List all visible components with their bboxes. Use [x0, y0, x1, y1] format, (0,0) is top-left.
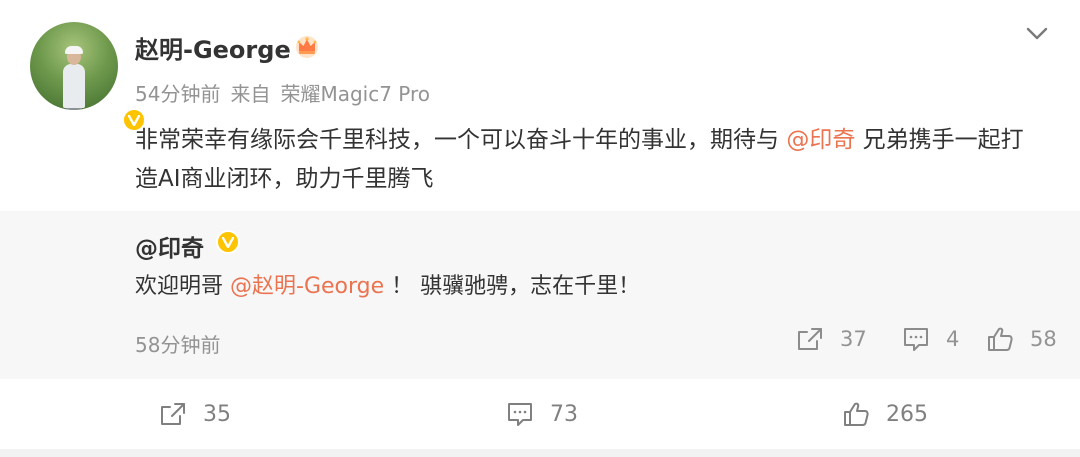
like-count: 265	[886, 401, 928, 427]
thumbs-up-icon	[988, 327, 1013, 351]
author-name[interactable]: 赵明-George	[135, 30, 291, 65]
avatar-photo	[30, 22, 118, 110]
crown-icon	[296, 36, 318, 58]
divider	[0, 449, 1080, 457]
repost-forward-button[interactable]: 37	[796, 324, 867, 354]
comment-count: 73	[550, 401, 578, 427]
comment-button[interactable]: 73	[506, 399, 578, 429]
source-prefix: 来自	[230, 82, 271, 106]
source-device[interactable]: 荣耀Magic7 Pro	[280, 82, 430, 106]
repost-comment-button[interactable]: 4	[902, 324, 959, 354]
forward-count: 37	[840, 327, 867, 351]
post-time[interactable]: 54分钟前	[135, 82, 220, 106]
repost-like-button[interactable]: 58	[986, 324, 1057, 354]
forward-button[interactable]: 35	[159, 399, 231, 429]
avatar[interactable]	[30, 22, 146, 132]
like-button[interactable]: 265	[842, 399, 928, 429]
comment-icon	[508, 403, 532, 426]
repost-text: 欢迎明哥 @赵明-George ！ 骐骥驰骋，志在千里！	[135, 268, 640, 300]
forward-count: 35	[203, 401, 231, 427]
content-text: 非常荣幸有缘际会千里科技，一个可以奋斗十年的事业，期待与	[135, 127, 779, 153]
post-meta: 54分钟前 来自 荣耀Magic7 Pro	[135, 78, 440, 107]
post-content: 非常荣幸有缘际会千里科技，一个可以奋斗十年的事业，期待与 @印奇 兄弟携手一起打…	[135, 121, 1045, 199]
repost-text-part: ！ 骐骥驰骋，志在千里！	[391, 274, 641, 299]
thumbs-up-icon	[844, 402, 869, 426]
post-footer: 35 73 265	[0, 379, 1080, 449]
chevron-down-icon[interactable]	[1024, 24, 1050, 44]
like-count: 58	[1030, 327, 1057, 351]
verified-badge-icon	[216, 230, 240, 254]
mention-link[interactable]: @印奇	[786, 127, 855, 153]
forward-icon	[161, 403, 185, 425]
repost-card[interactable]: @印奇 欢迎明哥 @赵明-George ！ 骐骥驰骋，志在千里！ 58分钟前 3…	[0, 211, 1080, 379]
repost-author[interactable]: @印奇	[135, 229, 204, 263]
repost-text-part: 欢迎明哥	[135, 274, 224, 299]
repost-time[interactable]: 58分钟前	[135, 329, 220, 358]
comment-count: 4	[946, 327, 960, 351]
comment-icon	[904, 328, 928, 351]
forward-icon	[798, 328, 822, 350]
weibo-post: 赵明-George 54分钟前 来自 荣耀Magic7 Pro 非常荣幸有缘际会千里…	[0, 0, 1080, 457]
mention-link[interactable]: @赵明-George	[230, 274, 384, 299]
